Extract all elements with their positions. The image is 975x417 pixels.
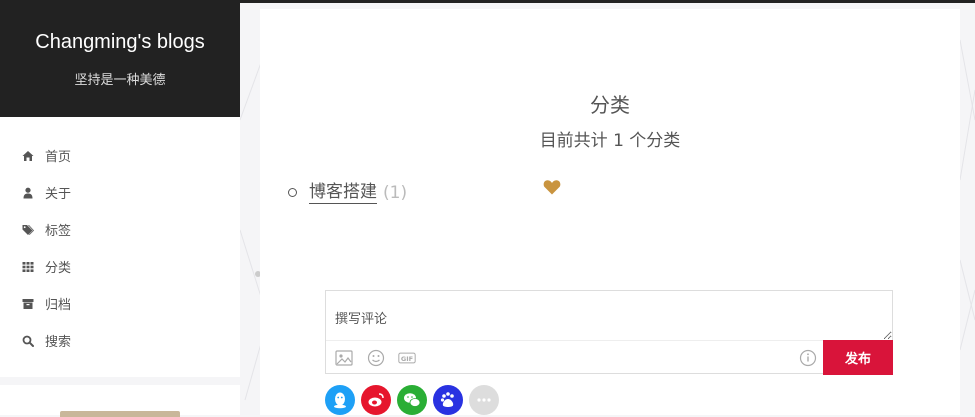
submit-comment-button[interactable]: 发布 xyxy=(823,340,893,375)
main-content: 分类 目前共计 1 个分类 博客搭建 (1) GIF 发布 xyxy=(260,9,960,415)
category-list: 博客搭建 (1) xyxy=(288,181,407,204)
th-icon xyxy=(22,261,34,273)
menu-item-label: 分类 xyxy=(45,261,72,276)
author-image xyxy=(60,411,180,417)
page-title: 分类 xyxy=(590,93,630,117)
image-icon[interactable] xyxy=(335,349,353,367)
tags-icon xyxy=(22,224,34,236)
menu-item-archives[interactable]: 归档 xyxy=(0,285,240,322)
menu-item-categories[interactable]: 分类 xyxy=(0,248,240,285)
comment-input[interactable] xyxy=(326,291,892,340)
sidebar-widget xyxy=(0,385,240,417)
category-summary: 目前共计 1 个分类 xyxy=(539,131,681,151)
svg-text:GIF: GIF xyxy=(401,355,413,363)
archive-icon xyxy=(22,298,34,310)
comment-box: GIF 发布 xyxy=(325,290,893,375)
social-login-bar xyxy=(325,385,505,415)
category-count: (1) xyxy=(383,182,408,203)
home-icon xyxy=(22,150,34,162)
gif-icon[interactable]: GIF xyxy=(398,349,420,367)
site-brand: Changming's blogs 坚持是一种美德 xyxy=(0,3,240,117)
more-icon[interactable] xyxy=(469,385,499,415)
menu-item-label: 标签 xyxy=(45,224,72,239)
sidebar-menu: 首页 关于 标签 分类 归档 搜索 xyxy=(0,117,240,377)
list-bullet xyxy=(288,188,297,197)
qq-icon[interactable] xyxy=(325,385,355,415)
menu-item-tags[interactable]: 标签 xyxy=(0,211,240,248)
menu-item-label: 首页 xyxy=(45,150,72,165)
info-icon[interactable] xyxy=(799,349,817,367)
menu-item-home[interactable]: 首页 xyxy=(0,137,240,174)
menu-item-search[interactable]: 搜索 xyxy=(0,322,240,359)
baidu-icon[interactable] xyxy=(433,385,463,415)
user-icon xyxy=(22,187,34,199)
menu-item-label: 关于 xyxy=(45,187,72,202)
menu-item-about[interactable]: 关于 xyxy=(0,174,240,211)
search-icon xyxy=(22,335,34,347)
site-title[interactable]: Changming's blogs xyxy=(0,3,240,54)
emoji-icon[interactable] xyxy=(367,349,385,367)
comment-toolbar: GIF 发布 xyxy=(326,340,893,375)
heart-icon xyxy=(543,179,561,195)
menu-item-label: 归档 xyxy=(45,298,72,313)
sidebar: Changming's blogs 坚持是一种美德 首页 关于 标签 分类 归档… xyxy=(0,3,240,417)
wechat-icon[interactable] xyxy=(397,385,427,415)
menu-item-label: 搜索 xyxy=(45,335,72,350)
category-link[interactable]: 博客搭建 xyxy=(309,181,377,204)
weibo-icon[interactable] xyxy=(361,385,391,415)
site-subtitle: 坚持是一种美德 xyxy=(74,73,166,88)
